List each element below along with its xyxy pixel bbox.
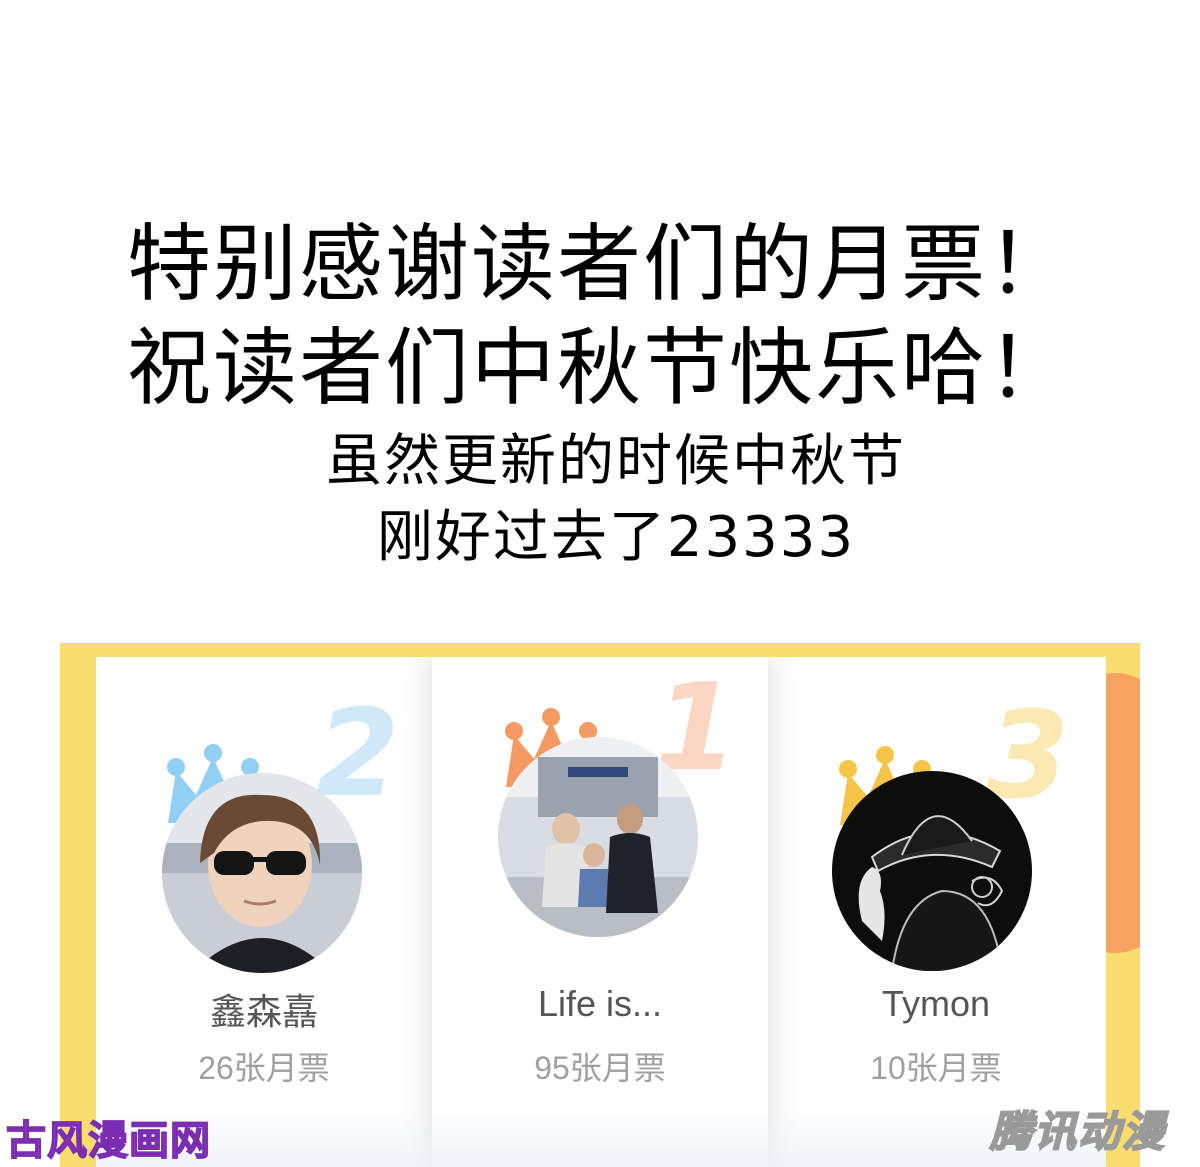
thanks-line-1: 特别感谢读者们的月票！: [126, 215, 1073, 313]
watermark-right: 腾讯动漫: [989, 1106, 1167, 1157]
vote-count: 95张月票: [534, 1050, 666, 1086]
leaderboard-frame: 2 鑫森嚞 26张月票 1 Life is... 95张月票 3 Tymon 1…: [60, 643, 1140, 1167]
thanks-line-2: 祝读者们中秋节快乐哈！: [126, 319, 1073, 417]
leaderboard-entry-rank-3[interactable]: 3 Tymon 10张月票: [768, 657, 1104, 1167]
leaderboard-entry-rank-1[interactable]: 1 Life is... 95张月票: [432, 657, 768, 1167]
avatar[interactable]: [498, 737, 698, 937]
vote-count: 26张月票: [198, 1050, 330, 1086]
leaderboard-entry-rank-2[interactable]: 2 鑫森嚞 26张月票: [96, 657, 432, 1167]
watermark-left: 古风漫画网: [5, 1117, 211, 1165]
avatar[interactable]: [832, 771, 1032, 971]
avatar[interactable]: [162, 773, 362, 973]
leaderboard-card: 2 鑫森嚞 26张月票 1 Life is... 95张月票 3 Tymon 1…: [96, 657, 1106, 1167]
username: Life is...: [537, 983, 663, 1024]
username: 鑫森嚞: [209, 991, 318, 1032]
note-line-1: 虽然更新的时候中秋节: [326, 429, 906, 494]
bottom-fade: [96, 1107, 1106, 1167]
note-line-2: 刚好过去了23333: [376, 505, 856, 570]
username: Tymon: [881, 983, 991, 1024]
vote-count: 10张月票: [870, 1050, 1002, 1086]
rank-number: 2: [316, 685, 400, 824]
